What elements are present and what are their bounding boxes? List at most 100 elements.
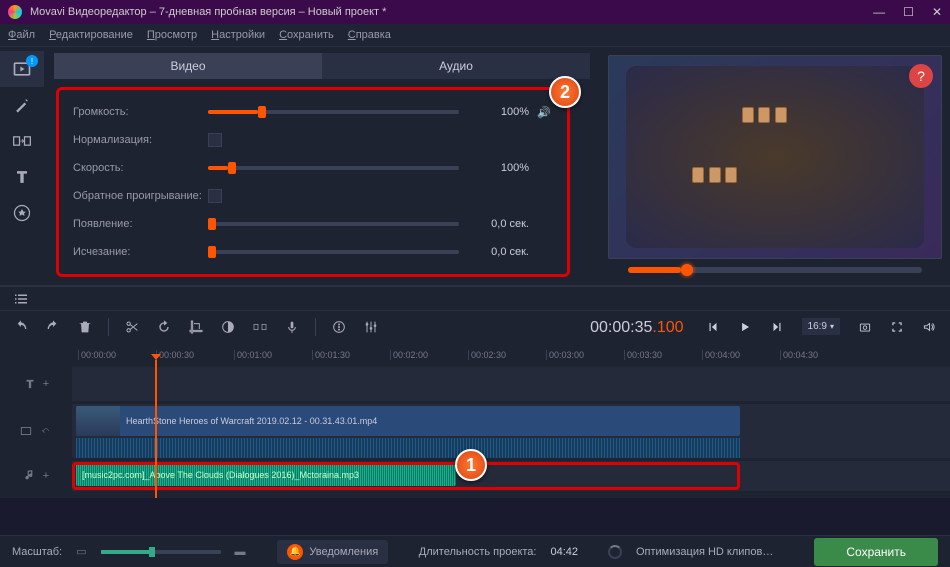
video-audio-waveform [76,438,740,458]
prev-frame-button[interactable] [702,316,724,338]
ruler-tick: 00:01:30 [312,350,350,360]
notifications-label: Уведомления [309,546,378,558]
adjust-button[interactable] [358,315,384,339]
ruler-tick: 00:04:30 [780,350,818,360]
sidebar-media[interactable]: ! [0,51,44,87]
aspect-ratio[interactable]: 16:9▾ [802,318,840,335]
add-icon[interactable]: + [43,470,49,482]
ruler-tick: 00:03:00 [546,350,584,360]
menu-view[interactable]: Просмотр [147,29,197,41]
fadeout-slider[interactable] [208,250,459,254]
timecode: 00:00:35.100 [590,317,683,337]
delete-button[interactable] [72,315,98,339]
zoom-slider[interactable] [101,550,221,554]
help-button[interactable]: ? [909,64,933,88]
volume-value: 100% [469,106,529,118]
menu-edit[interactable]: Редактирование [49,29,133,41]
timeline: + HearthStone Heroes of Warcraft 2019.02… [0,360,950,498]
cut-button[interactable] [119,315,145,339]
menu-file[interactable]: Файл [8,29,35,41]
normalize-checkbox[interactable] [208,133,222,147]
text-icon [12,167,32,187]
rotate-button[interactable] [151,315,177,339]
window-title: Movavi Видеоредактор – 7-дневная пробная… [30,6,873,18]
tab-audio[interactable]: Аудио [322,53,590,79]
fadein-slider[interactable] [208,222,459,226]
ruler-tick: 00:01:00 [234,350,272,360]
play-button[interactable] [734,316,756,338]
fadeout-value: 0,0 сек. [469,246,529,258]
redo-button[interactable] [40,315,66,339]
ruler-tick: 00:02:30 [468,350,506,360]
undo-button[interactable] [8,315,34,339]
sidebar-titles[interactable] [0,159,44,195]
menubar: Файл Редактирование Просмотр Настройки С… [0,24,950,46]
fullscreen-button[interactable] [886,316,908,338]
save-button[interactable]: Сохранить [814,538,938,566]
link-icon[interactable] [39,424,53,438]
reverse-label: Обратное проигрывание: [73,190,208,202]
zoom-in-icon[interactable]: ▬ [235,546,246,558]
clip-thumbnail [76,406,120,436]
highlight-2: Громкость: 100% 🔊 Нормализация: Скорость… [56,87,570,277]
transition-button[interactable] [247,315,273,339]
record-button[interactable] [279,315,305,339]
color-button[interactable] [215,315,241,339]
tab-video[interactable]: Видео [54,53,322,79]
maximize-button[interactable]: ☐ [903,5,914,19]
video-clip[interactable]: HearthStone Heroes of Warcraft 2019.02.1… [76,406,740,436]
sidebar-transitions[interactable] [0,123,44,159]
sidebar-filters[interactable] [0,87,44,123]
normalize-label: Нормализация: [73,134,208,146]
title-track: + [0,367,950,401]
preview-video[interactable]: ? [608,55,942,259]
volume-slider[interactable] [208,110,459,114]
timeline-ruler[interactable]: 00:00:00 00:00:30 00:01:00 00:01:30 00:0… [0,342,950,360]
properties-panel: Видео Аудио Громкость: 100% 🔊 Нормализац… [44,47,600,285]
fadein-label: Появление: [73,218,208,230]
close-button[interactable]: ✕ [932,5,942,19]
menu-settings[interactable]: Настройки [211,29,265,41]
optimize-label: Оптимизация HD клипов… [636,546,773,558]
speed-slider[interactable] [208,166,459,170]
titlebar: Movavi Видеоредактор – 7-дневная пробная… [0,0,950,24]
zoom-out-icon[interactable]: ▭ [76,545,86,558]
volume-button[interactable] [918,316,940,338]
menu-save[interactable]: Сохранить [279,29,334,41]
video-track-icon [19,424,33,438]
reverse-checkbox[interactable] [208,189,222,203]
wand-icon [12,95,32,115]
video-clip-label: HearthStone Heroes of Warcraft 2019.02.1… [120,416,377,426]
list-toggle[interactable] [0,286,950,310]
statusbar: Масштаб: ▭ ▬ 🔔 Уведомления Длительность … [0,535,950,567]
fadeout-label: Исчезание: [73,246,208,258]
next-frame-button[interactable] [766,316,788,338]
ruler-tick: 00:04:00 [702,350,740,360]
callout-2: 2 [549,76,581,108]
video-track-body[interactable]: HearthStone Heroes of Warcraft 2019.02.1… [72,404,950,458]
properties-button[interactable] [326,315,352,339]
add-icon[interactable]: + [43,378,49,390]
duration-label: Длительность проекта: [419,546,537,558]
snapshot-button[interactable] [854,316,876,338]
speaker-icon[interactable]: 🔊 [537,106,553,119]
sidebar: ! [0,47,44,285]
minimize-button[interactable]: — [873,5,885,19]
sidebar-stickers[interactable] [0,195,44,231]
fadein-value: 0,0 сек. [469,218,529,230]
playhead[interactable] [155,360,157,498]
app-logo-icon [8,5,22,19]
menu-help[interactable]: Справка [348,29,391,41]
list-icon [12,290,30,308]
preview-seekbar[interactable] [628,267,922,273]
sidebar-badge: ! [26,55,38,67]
notifications-button[interactable]: 🔔 Уведомления [277,540,388,564]
zoom-label: Масштаб: [12,546,62,558]
ruler-tick: 00:00:00 [78,350,116,360]
audio-track: + [music2pc.com]_Above The Clouds (Dialo… [0,461,950,491]
title-track-body[interactable] [72,367,950,401]
preview-panel: ? [600,47,950,285]
highlight-1 [72,462,740,490]
duration-value: 04:42 [550,546,578,558]
crop-button[interactable] [183,315,209,339]
